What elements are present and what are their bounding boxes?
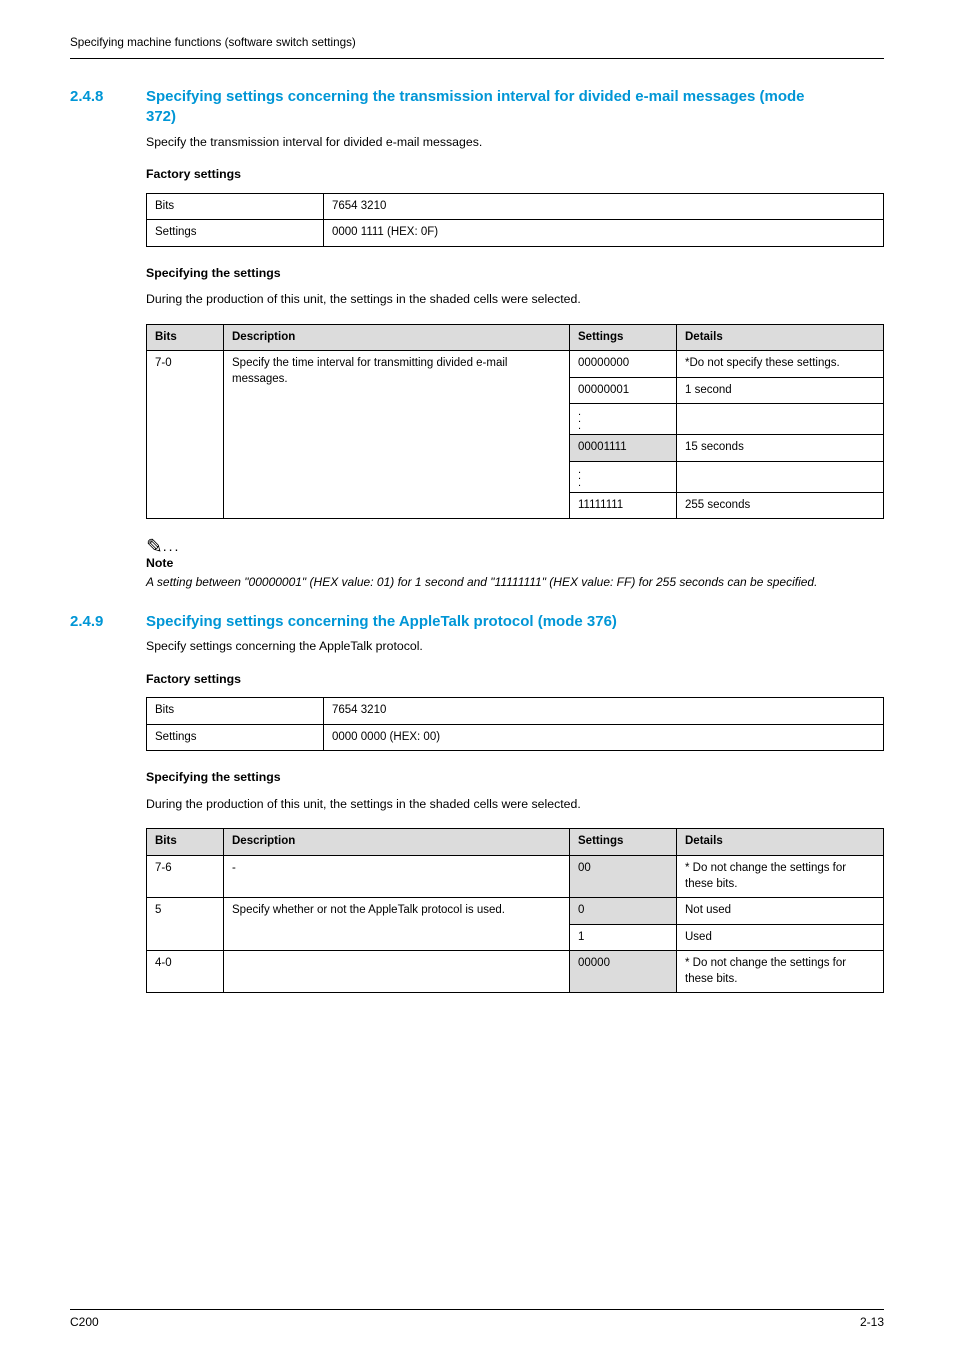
cell-description: Specify the time interval for transmitti… [224, 351, 570, 519]
section-number: 2.4.8 [70, 87, 118, 107]
specifying-settings-intro: During the production of this unit, the … [146, 796, 884, 813]
section-title: Specifying settings concerning the Apple… [146, 612, 617, 632]
col-settings: Settings [570, 829, 677, 856]
col-description: Description [224, 829, 570, 856]
cell-value: 7654 3210 [324, 698, 884, 725]
footer-left: C200 [70, 1314, 99, 1330]
table-row: 7-6 - 00 * Do not change the settings fo… [147, 856, 884, 898]
cell-details: *Do not specify these settings. [677, 351, 884, 378]
specifying-settings-heading: Specifying the settings [146, 265, 884, 282]
settings-table: Bits Description Settings Details 7-0 Sp… [146, 324, 884, 519]
cell-settings: 11111111 [570, 492, 677, 519]
section-intro: Specify settings concerning the AppleTal… [146, 638, 884, 655]
cell-description: - [224, 856, 570, 898]
factory-settings-table: Bits 7654 3210 Settings 0000 0000 (HEX: … [146, 697, 884, 751]
cell-details: Not used [677, 898, 884, 925]
page-footer: C200 2-13 [70, 1309, 884, 1330]
header-rule [70, 58, 884, 59]
cell-settings: 00000 [570, 951, 677, 993]
cell-settings: ... [570, 404, 677, 435]
table-row: 7-0 Specify the time interval for transm… [147, 351, 884, 378]
cell-details: 1 second [677, 377, 884, 404]
running-head: Specifying machine functions (software s… [70, 35, 356, 51]
cell-settings: 00 [570, 856, 677, 898]
cell-details [677, 461, 884, 492]
note-text: A setting between "00000001" (HEX value:… [146, 574, 884, 590]
cell-value: 0000 1111 (HEX: 0F) [324, 220, 884, 247]
note-label: Note [146, 555, 884, 572]
col-bits: Bits [147, 324, 224, 351]
col-description: Description [224, 324, 570, 351]
cell-value: 0000 0000 (HEX: 00) [324, 724, 884, 751]
cell-settings: ... [570, 461, 677, 492]
table-header-row: Bits Description Settings Details [147, 324, 884, 351]
cell-details: 15 seconds [677, 435, 884, 462]
cell-label: Settings [147, 220, 324, 247]
specifying-settings-heading: Specifying the settings [146, 769, 884, 786]
table-row: Bits 7654 3210 [147, 193, 884, 220]
factory-settings-table: Bits 7654 3210 Settings 0000 1111 (HEX: … [146, 193, 884, 247]
cell-bits: 7-6 [147, 856, 224, 898]
section-number: 2.4.9 [70, 612, 118, 632]
footer-right: 2-13 [860, 1314, 884, 1330]
cell-description [224, 951, 570, 993]
col-details: Details [677, 324, 884, 351]
cell-label: Settings [147, 724, 324, 751]
col-bits: Bits [147, 829, 224, 856]
table-row: Settings 0000 1111 (HEX: 0F) [147, 220, 884, 247]
section-title: Specifying settings concerning the trans… [146, 87, 826, 128]
cell-settings: 00000001 [570, 377, 677, 404]
factory-settings-heading: Factory settings [146, 166, 884, 183]
table-row: Bits 7654 3210 [147, 698, 884, 725]
cell-description: Specify whether or not the AppleTalk pro… [224, 898, 570, 951]
cell-details [677, 404, 884, 435]
footer-rule [70, 1309, 884, 1310]
section-intro: Specify the transmission interval for di… [146, 134, 884, 151]
cell-details: * Do not change the settings for these b… [677, 951, 884, 993]
cell-settings: 1 [570, 924, 677, 951]
note-icon: ✎... [146, 537, 884, 557]
specifying-settings-intro: During the production of this unit, the … [146, 291, 884, 308]
cell-settings: 00001111 [570, 435, 677, 462]
table-header-row: Bits Description Settings Details [147, 829, 884, 856]
cell-bits: 4-0 [147, 951, 224, 993]
cell-value: 7654 3210 [324, 193, 884, 220]
cell-details: 255 seconds [677, 492, 884, 519]
cell-bits: 5 [147, 898, 224, 951]
cell-details: * Do not change the settings for these b… [677, 856, 884, 898]
table-row: 4-0 00000 * Do not change the settings f… [147, 951, 884, 993]
table-row: Settings 0000 0000 (HEX: 00) [147, 724, 884, 751]
factory-settings-heading: Factory settings [146, 671, 884, 688]
settings-table: Bits Description Settings Details 7-6 - … [146, 828, 884, 993]
cell-settings: 00000000 [570, 351, 677, 378]
col-settings: Settings [570, 324, 677, 351]
cell-label: Bits [147, 698, 324, 725]
cell-label: Bits [147, 193, 324, 220]
cell-settings: 0 [570, 898, 677, 925]
cell-details: Used [677, 924, 884, 951]
cell-bits: 7-0 [147, 351, 224, 519]
col-details: Details [677, 829, 884, 856]
table-row: 5 Specify whether or not the AppleTalk p… [147, 898, 884, 925]
